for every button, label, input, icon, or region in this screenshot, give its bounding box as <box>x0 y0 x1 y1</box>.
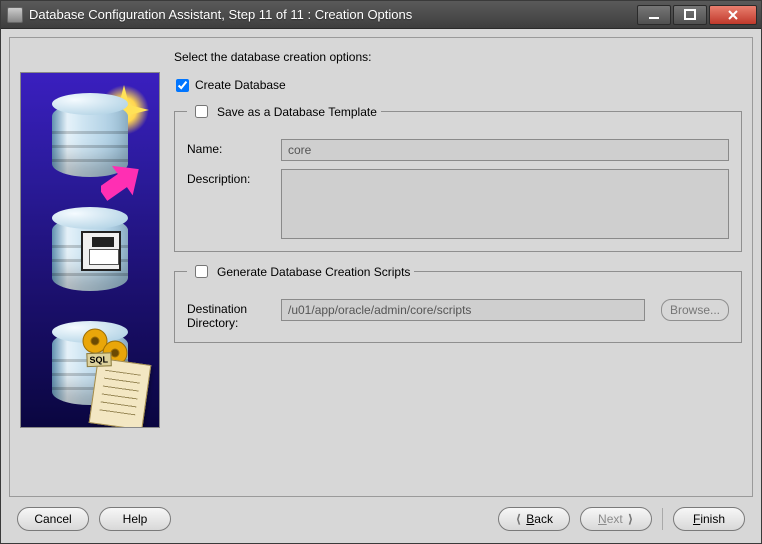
content-frame: Select the database creation options: Cr… <box>9 37 753 497</box>
chevron-right-icon: ⟩ <box>627 512 634 526</box>
create-database-label: Create Database <box>195 78 286 92</box>
template-name-label: Name: <box>187 139 273 156</box>
create-database-checkbox[interactable] <box>176 79 189 92</box>
prompt-text: Select the database creation options: <box>174 50 742 64</box>
save-template-checkbox[interactable] <box>195 105 208 118</box>
generate-scripts-legend-text: Generate Database Creation Scripts <box>217 265 410 279</box>
window-controls <box>637 5 757 25</box>
save-template-group: Save as a Database Template Name: Descri… <box>174 102 742 252</box>
save-template-legend: Save as a Database Template <box>187 102 381 121</box>
finish-button-rest: inish <box>700 512 725 526</box>
generate-scripts-checkbox[interactable] <box>195 265 208 278</box>
template-description-label: Description: <box>187 169 273 186</box>
browse-button[interactable]: Browse... <box>661 299 729 321</box>
wizard-sidebar-image <box>20 72 160 428</box>
destination-label-line1: Destination <box>187 302 247 316</box>
destination-directory-input[interactable] <box>281 299 645 321</box>
minimize-icon <box>648 9 660 21</box>
app-icon <box>7 7 23 23</box>
generate-scripts-group: Generate Database Creation Scripts Desti… <box>174 262 742 343</box>
next-button-key: N <box>598 512 607 526</box>
finish-button[interactable]: Finish <box>673 507 745 531</box>
template-description-input[interactable] <box>281 169 729 239</box>
close-icon <box>727 9 739 21</box>
button-bar: Cancel Help ⟨ Back Next ⟩ Finish <box>9 497 753 535</box>
back-button-rest: ack <box>534 512 553 526</box>
maximize-button[interactable] <box>673 5 707 25</box>
client-area: Select the database creation options: Cr… <box>1 29 761 543</box>
arrow-icon <box>101 163 145 210</box>
next-button: Next ⟩ <box>580 507 652 531</box>
generate-scripts-legend: Generate Database Creation Scripts <box>187 262 414 281</box>
destination-directory-row: Destination Directory: Browse... <box>187 299 729 330</box>
cancel-button[interactable]: Cancel <box>17 507 89 531</box>
next-button-rest: ext <box>607 512 623 526</box>
window-title: Database Configuration Assistant, Step 1… <box>29 7 637 22</box>
minimize-button[interactable] <box>637 5 671 25</box>
main-panel: Select the database creation options: Cr… <box>174 48 742 486</box>
close-button[interactable] <box>709 5 757 25</box>
chevron-left-icon: ⟨ <box>515 512 522 526</box>
destination-label-line2: Directory: <box>187 316 238 330</box>
window-root: Database Configuration Assistant, Step 1… <box>0 0 762 544</box>
template-name-row: Name: <box>187 139 729 161</box>
titlebar: Database Configuration Assistant, Step 1… <box>1 1 761 29</box>
save-template-legend-text: Save as a Database Template <box>217 105 377 119</box>
back-button[interactable]: ⟨ Back <box>498 507 570 531</box>
sql-script-icon <box>89 358 152 428</box>
template-name-input[interactable] <box>281 139 729 161</box>
floppy-disk-icon <box>81 231 121 271</box>
help-button[interactable]: Help <box>99 507 171 531</box>
destination-directory-label: Destination Directory: <box>187 299 273 330</box>
template-description-row: Description: <box>187 169 729 239</box>
create-database-row: Create Database <box>176 78 742 92</box>
separator <box>662 508 663 530</box>
maximize-icon <box>684 9 696 21</box>
